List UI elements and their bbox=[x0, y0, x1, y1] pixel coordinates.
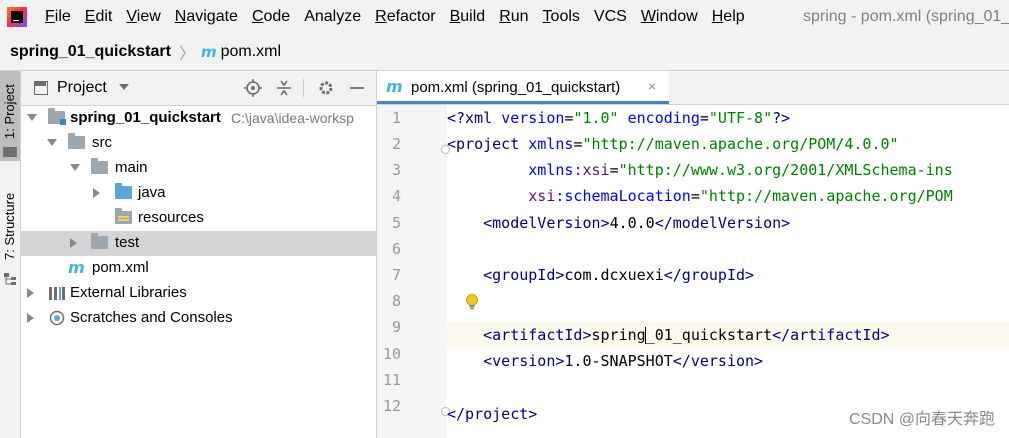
code-line: xsi:schemaLocation="http://maven.apache.… bbox=[528, 187, 953, 205]
line-number: 8 bbox=[391, 292, 401, 310]
maven-file-icon: m bbox=[200, 43, 217, 61]
project-view-selector[interactable]: Project bbox=[57, 79, 107, 97]
folder-icon bbox=[3, 147, 17, 157]
menu-refactor[interactable]: Refactor bbox=[368, 8, 442, 26]
tree-item-resources[interactable]: resources bbox=[21, 206, 376, 231]
chevron-right-icon[interactable] bbox=[70, 238, 77, 248]
line-number: 6 bbox=[391, 240, 401, 258]
tree-item-project-root[interactable]: spring_01_quickstart C:\java\idea-worksp bbox=[21, 106, 376, 131]
editor: m pom.xml (spring_01_quickstart) × 1 2 3… bbox=[377, 71, 1009, 438]
code-line: <artifactId>spring_01_quickstart</artifa… bbox=[447, 326, 890, 344]
code-line: <project xmlns="http://maven.apache.org/… bbox=[447, 135, 899, 153]
tree-item-scratches[interactable]: Scratches and Consoles bbox=[21, 306, 376, 331]
line-number: 10 bbox=[382, 345, 401, 363]
line-number: 4 bbox=[391, 187, 401, 205]
menu-edit[interactable]: Edit bbox=[78, 8, 120, 26]
menu-analyze[interactable]: Analyze bbox=[297, 8, 368, 26]
chevron-down-icon[interactable] bbox=[47, 139, 57, 146]
code-line: <modelVersion>4.0.0</modelVersion> bbox=[447, 214, 791, 232]
minimize-icon[interactable] bbox=[348, 79, 366, 97]
folder-icon bbox=[91, 158, 108, 174]
tree-item-main[interactable]: main bbox=[21, 156, 376, 181]
tree-item-java[interactable]: java bbox=[21, 181, 376, 206]
menu-help[interactable]: Help bbox=[705, 8, 752, 26]
line-number: 12 bbox=[382, 397, 401, 415]
header-divider bbox=[303, 79, 304, 97]
tree-item-test[interactable]: test bbox=[21, 231, 376, 256]
menu-file[interactable]: File bbox=[38, 8, 78, 26]
code-line: </project> bbox=[447, 405, 538, 423]
menu-navigate[interactable]: Navigate bbox=[168, 8, 245, 26]
code-line: <?xml version="1.0" encoding="UTF-8"?> bbox=[447, 109, 791, 127]
tree-item-pom[interactable]: m pom.xml bbox=[21, 256, 376, 281]
chevron-right-icon[interactable] bbox=[93, 188, 100, 198]
breadcrumb-separator-icon: 〉 bbox=[178, 46, 195, 63]
locate-file-icon[interactable] bbox=[244, 79, 262, 97]
menu-window[interactable]: Window bbox=[634, 8, 705, 26]
menu-vcs[interactable]: VCS bbox=[587, 8, 634, 26]
menu-view[interactable]: View bbox=[119, 8, 167, 26]
editor-tab-bar: m pom.xml (spring_01_quickstart) × bbox=[377, 71, 1009, 105]
scratches-icon bbox=[49, 310, 65, 326]
project-panel-header: Project bbox=[21, 71, 376, 106]
line-number: 2 bbox=[391, 135, 401, 153]
chevron-down-icon[interactable] bbox=[27, 114, 37, 121]
collapse-all-icon[interactable] bbox=[275, 79, 293, 97]
maven-file-icon: m bbox=[386, 77, 403, 96]
tree-item-external-libraries[interactable]: External Libraries bbox=[21, 281, 376, 306]
window-title: spring - pom.xml (spring_01_ bbox=[803, 8, 1009, 25]
close-icon[interactable]: × bbox=[648, 78, 656, 94]
resources-folder-icon bbox=[115, 208, 132, 224]
tool-window-project-tab[interactable]: 1: Project bbox=[0, 71, 20, 161]
menu-tools[interactable]: Tools bbox=[536, 8, 587, 26]
tree-item-src[interactable]: src bbox=[21, 131, 376, 156]
breadcrumb-project[interactable]: spring_01_quickstart bbox=[10, 43, 171, 61]
chevron-right-icon[interactable] bbox=[27, 313, 34, 323]
code-line: xmlns:xsi="http://www.w3.org/2001/XMLSch… bbox=[528, 161, 953, 179]
module-folder-icon bbox=[48, 108, 66, 125]
line-number: 3 bbox=[391, 161, 401, 179]
gear-icon[interactable] bbox=[317, 79, 335, 97]
line-number: 7 bbox=[391, 266, 401, 284]
chevron-down-icon[interactable] bbox=[70, 164, 80, 171]
maven-file-icon: m bbox=[68, 258, 85, 277]
menu-run[interactable]: Run bbox=[492, 8, 535, 26]
chevron-right-icon[interactable] bbox=[27, 288, 34, 298]
line-number: 1 bbox=[391, 109, 401, 127]
project-panel: Project spring_01_quickstart C:\java\ide… bbox=[21, 71, 377, 438]
lightbulb-icon[interactable] bbox=[465, 294, 479, 310]
tab-pom-xml[interactable]: m pom.xml (spring_01_quickstart) × bbox=[377, 71, 669, 104]
menu-build[interactable]: Build bbox=[443, 8, 493, 26]
code-line: <groupId>com.dcxuexi</groupId> bbox=[447, 266, 755, 284]
line-number: 9 bbox=[391, 318, 401, 336]
source-folder-icon bbox=[115, 183, 132, 199]
menu-code[interactable]: Code bbox=[245, 8, 297, 26]
line-number: 5 bbox=[391, 214, 401, 232]
chevron-down-icon[interactable] bbox=[119, 84, 129, 90]
code-line: <version>1.0-SNAPSHOT</version> bbox=[447, 352, 764, 370]
line-number: 11 bbox=[382, 371, 401, 389]
folder-icon bbox=[91, 233, 108, 249]
tool-window-structure-tab[interactable]: 7: Structure bbox=[0, 181, 20, 291]
project-icon bbox=[34, 81, 48, 95]
breadcrumb: spring_01_quickstart 〉 m pom.xml bbox=[0, 34, 1009, 71]
intellij-logo-icon bbox=[7, 7, 27, 27]
breadcrumb-file[interactable]: pom.xml bbox=[221, 43, 281, 61]
menu-bar: File Edit View Navigate Code Analyze Ref… bbox=[0, 0, 1009, 34]
folder-icon bbox=[68, 133, 85, 149]
tool-window-strip: 1: Project 7: Structure bbox=[0, 71, 21, 438]
structure-icon bbox=[4, 273, 16, 285]
watermark: CSDN @向春天奔跑 bbox=[848, 411, 995, 428]
code-area[interactable]: <?xml version="1.0" encoding="UTF-8"?> <… bbox=[447, 105, 1009, 438]
line-gutter: 1 2 3 4 5 6 7 8 9 10 11 12 bbox=[377, 105, 450, 438]
library-icon bbox=[49, 287, 65, 300]
